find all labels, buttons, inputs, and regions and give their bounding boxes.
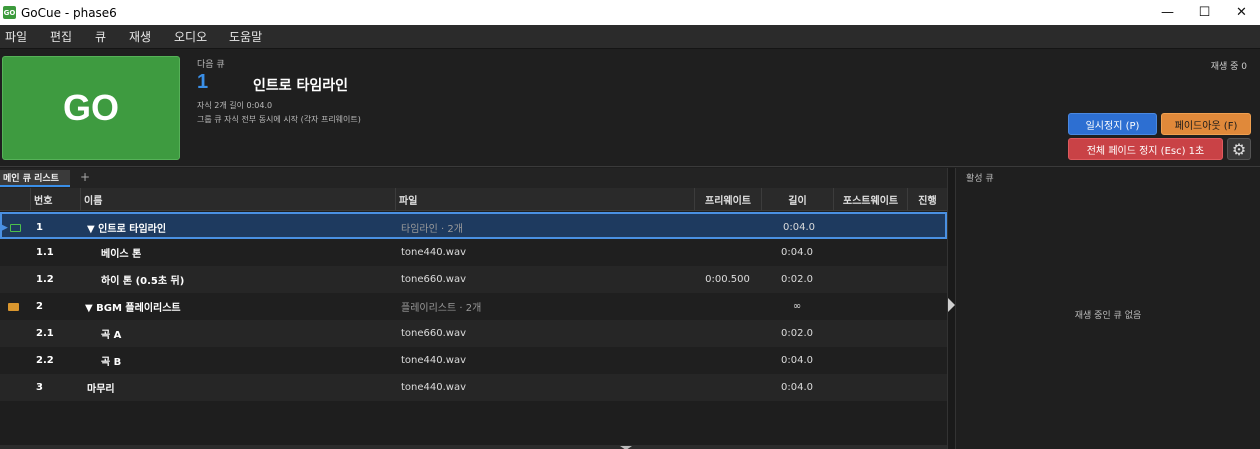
header-postwait[interactable]: 포스트웨이트 bbox=[833, 188, 907, 211]
cue-file: 플레이리스트 · 2개 bbox=[401, 303, 482, 314]
menu-audio[interactable]: 오디오 bbox=[174, 28, 207, 45]
collapse-right-icon[interactable] bbox=[948, 298, 955, 312]
table-header: 번호 이름 파일 프리웨이트 길이 포스트웨이트 진행 bbox=[0, 188, 947, 211]
add-tab-button[interactable]: + bbox=[80, 170, 90, 184]
table-row[interactable]: ▶ 1 ▼ 인트로 타임라인 타임라인 · 2개 0:04.0 bbox=[0, 212, 947, 239]
table-row[interactable]: 2.2 곡 B tone440.wav 0:04.0 bbox=[0, 347, 947, 374]
menu-help[interactable]: 도움말 bbox=[229, 28, 262, 45]
cue-file: 타임라인 · 2개 bbox=[401, 224, 463, 235]
go-button[interactable]: GO bbox=[2, 56, 180, 160]
cue-number: 3 bbox=[36, 382, 43, 393]
cue-length: 0:02.0 bbox=[781, 274, 813, 285]
window-controls: — ☐ ✕ bbox=[1149, 0, 1260, 25]
next-cue-group-info: 그룹 큐 자식 전부 동시에 시작 (각자 프리웨이트) bbox=[197, 115, 361, 124]
cue-length: 0:04.0 bbox=[781, 382, 813, 393]
playing-count: 재생 중 0 bbox=[1210, 62, 1247, 72]
menu-playback[interactable]: 재생 bbox=[129, 28, 151, 45]
settings-gear-icon[interactable]: ⚙ bbox=[1227, 138, 1251, 160]
next-cue-name: 인트로 타임라인 bbox=[253, 78, 349, 94]
bottom-splitter[interactable] bbox=[0, 445, 947, 449]
header-progress[interactable]: 진행 bbox=[907, 188, 947, 211]
window-title: GoCue - phase6 bbox=[21, 5, 117, 20]
transport-panel: GO 다음 큐 1 인트로 타임라인 자식 2개 길이 0:04.0 그룹 큐 … bbox=[0, 49, 1260, 167]
maximize-button[interactable]: ☐ bbox=[1186, 0, 1223, 25]
next-cue-number: 1 bbox=[197, 71, 209, 93]
cue-name: 하이 톤 (0.5초 뒤) bbox=[101, 276, 185, 287]
cue-length: 0:02.0 bbox=[781, 328, 813, 339]
panel-splitter[interactable] bbox=[947, 168, 956, 449]
menu-edit[interactable]: 편집 bbox=[50, 28, 72, 45]
cue-name: 곡 A bbox=[101, 330, 122, 341]
cue-table: 번호 이름 파일 프리웨이트 길이 포스트웨이트 진행 ▶ 1 ▼ 인트로 타임… bbox=[0, 188, 947, 446]
cue-prewait bbox=[694, 347, 761, 374]
cue-number: 1.1 bbox=[36, 247, 54, 258]
cue-file: tone660.wav bbox=[401, 274, 467, 285]
table-row[interactable]: 2.1 곡 A tone660.wav 0:02.0 bbox=[0, 320, 947, 347]
header-number[interactable]: 번호 bbox=[30, 188, 80, 211]
cue-file: tone660.wav bbox=[401, 328, 467, 339]
menu-bar: 파일 편집 큐 재생 오디오 도움말 bbox=[0, 25, 1260, 49]
folder-open-icon bbox=[10, 214, 24, 241]
tab-main-cue-list[interactable]: 메인 큐 리스트 bbox=[0, 170, 70, 187]
active-cues-title: 활성 큐 bbox=[966, 174, 994, 184]
cue-prewait bbox=[694, 293, 761, 320]
cue-file: tone440.wav bbox=[401, 247, 467, 258]
app-icon: GO bbox=[3, 6, 16, 19]
stop-all-button[interactable]: 전체 페이드 정지 (Esc) 1초 bbox=[1068, 138, 1223, 160]
minimize-button[interactable]: — bbox=[1149, 0, 1186, 25]
table-row[interactable]: 1.1 베이스 톤 tone440.wav 0:04.0 bbox=[0, 239, 947, 266]
fadeout-button[interactable]: 페이드아웃 (F) bbox=[1161, 113, 1251, 135]
cue-number: 2 bbox=[36, 301, 43, 312]
menu-file[interactable]: 파일 bbox=[5, 28, 27, 45]
cue-number: 1 bbox=[36, 222, 43, 233]
title-bar: GO GoCue - phase6 — ☐ ✕ bbox=[0, 0, 1260, 25]
cue-file: tone440.wav bbox=[401, 382, 467, 393]
table-row[interactable]: 3 마무리 tone440.wav 0:04.0 bbox=[0, 374, 947, 401]
cue-prewait bbox=[696, 214, 763, 241]
header-name[interactable]: 이름 bbox=[80, 188, 395, 211]
cue-prewait: 0:00.500 bbox=[705, 274, 750, 285]
header-file[interactable]: 파일 bbox=[395, 188, 694, 211]
next-cue-label: 다음 큐 bbox=[197, 60, 225, 70]
cue-name: 베이스 톤 bbox=[101, 249, 142, 260]
close-button[interactable]: ✕ bbox=[1223, 0, 1260, 25]
cue-length: 0:04.0 bbox=[781, 247, 813, 258]
menu-cue[interactable]: 큐 bbox=[95, 28, 106, 45]
header-prewait[interactable]: 프리웨이트 bbox=[694, 188, 761, 211]
cue-name: 마무리 bbox=[87, 384, 115, 395]
cue-number: 2.1 bbox=[36, 328, 54, 339]
cue-length: 0:04.0 bbox=[781, 355, 813, 366]
cue-name: 곡 B bbox=[101, 357, 122, 368]
folder-icon bbox=[8, 293, 22, 320]
cue-name: ▼ 인트로 타임라인 bbox=[87, 224, 167, 235]
active-cues-panel: 활성 큐 재생 중인 큐 없음 bbox=[956, 168, 1260, 449]
cue-number: 1.2 bbox=[36, 274, 54, 285]
pause-button[interactable]: 일시정지 (P) bbox=[1068, 113, 1157, 135]
cue-prewait bbox=[694, 239, 761, 266]
cue-prewait bbox=[694, 374, 761, 401]
next-cue-details: 자식 2개 길이 0:04.0 bbox=[197, 101, 273, 110]
table-row[interactable]: 2 ▼ BGM 플레이리스트 플레이리스트 · 2개 ∞ bbox=[0, 293, 947, 320]
header-length[interactable]: 길이 bbox=[761, 188, 833, 211]
table-row[interactable]: 1.2 하이 톤 (0.5초 뒤) tone660.wav 0:00.500 0… bbox=[0, 266, 947, 293]
cue-length: 0:04.0 bbox=[783, 222, 815, 233]
play-indicator-icon: ▶ bbox=[1, 222, 8, 233]
cue-prewait bbox=[694, 320, 761, 347]
cue-name: ▼ BGM 플레이리스트 bbox=[85, 303, 181, 314]
cue-number: 2.2 bbox=[36, 355, 54, 366]
active-cues-empty: 재생 중인 큐 없음 bbox=[1074, 311, 1142, 321]
cue-length: ∞ bbox=[792, 301, 802, 312]
cue-list-tabs: 메인 큐 리스트 + bbox=[0, 168, 947, 188]
cue-file: tone440.wav bbox=[401, 355, 467, 366]
